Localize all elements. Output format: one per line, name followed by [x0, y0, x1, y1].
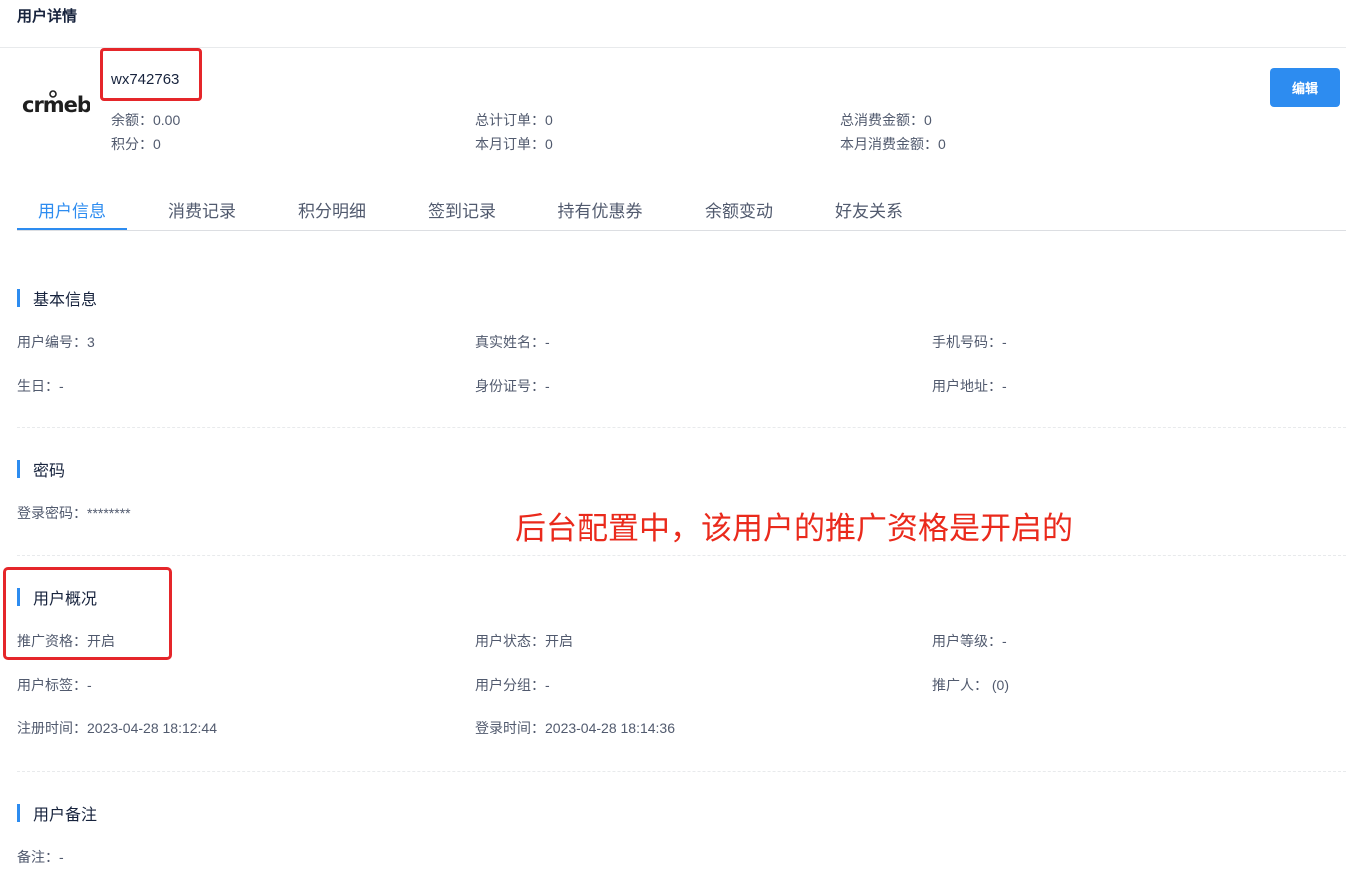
section-title: 用户概况 [33, 589, 98, 608]
section-divider [17, 427, 1346, 428]
section-basic-info: 基本信息 [17, 289, 98, 309]
field-user-id: 用户编号：3 [17, 334, 95, 351]
section-divider [17, 771, 1346, 772]
tab-active-indicator [17, 228, 127, 230]
crmeb-logo-avatar: crmeb [22, 90, 90, 116]
tab-friends[interactable]: 好友关系 [814, 188, 924, 230]
section-marker [17, 588, 20, 606]
field-login-time: 登录时间：2023-04-28 18:14:36 [475, 720, 675, 737]
section-title: 基本信息 [33, 290, 98, 309]
field-birthday: 生日：- [17, 378, 64, 395]
field-promotion-eligibility: 推广资格：开启 [17, 634, 115, 650]
stat-balance: 余额：0.00 [111, 112, 181, 129]
section-password: 密码 [17, 460, 66, 480]
field-login-password: 登录密码：******** [17, 505, 131, 522]
tab-user-info[interactable]: 用户信息 [17, 188, 127, 230]
field-user-group: 用户分组：- [475, 677, 550, 694]
annotation-text: 后台配置中，该用户的推广资格是开启的 [515, 511, 1073, 547]
tab-coupons[interactable]: 持有优惠券 [537, 188, 663, 230]
section-title: 用户备注 [33, 805, 98, 824]
logo-text: crmeb [22, 93, 90, 116]
section-marker [17, 804, 20, 822]
tab-points-details[interactable]: 积分明细 [277, 188, 387, 230]
stat-month-orders: 本月订单：0 [475, 136, 553, 153]
username: wx742763 [111, 71, 180, 88]
field-user-level: 用户等级：- [932, 633, 1007, 650]
section-marker [17, 289, 20, 307]
section-user-remark: 用户备注 [17, 804, 98, 824]
field-phone: 手机号码：- [932, 334, 1007, 351]
field-register-time: 注册时间：2023-04-28 18:12:44 [17, 720, 217, 737]
field-address: 用户地址：- [932, 378, 1007, 395]
section-marker [17, 460, 20, 478]
field-user-status: 用户状态：开启 [475, 634, 573, 650]
tab-consumption-records[interactable]: 消费记录 [147, 188, 257, 230]
field-user-tags: 用户标签：- [17, 677, 92, 694]
field-remark: 备注：- [17, 849, 64, 866]
section-divider [17, 555, 1346, 556]
field-promoter: 推广人： (0) [932, 677, 1009, 694]
field-real-name: 真实姓名：- [475, 334, 550, 351]
tab-bar: 用户信息 消费记录 积分明细 签到记录 持有优惠券 余额变动 好友关系 [17, 188, 1346, 231]
stat-month-spend: 本月消费金额：0 [840, 136, 946, 153]
stat-total-spend: 总消费金额：0 [840, 112, 932, 129]
field-id-card: 身份证号：- [475, 378, 550, 395]
title-divider [0, 47, 1346, 48]
tab-balance-changes[interactable]: 余额变动 [684, 188, 794, 230]
tab-checkin-records[interactable]: 签到记录 [407, 188, 517, 230]
edit-button[interactable]: 编辑 [1270, 68, 1340, 107]
stat-total-orders: 总计订单：0 [475, 112, 553, 129]
section-title: 密码 [33, 461, 66, 480]
page-title: 用户详情 [17, 7, 78, 25]
stat-points: 积分：0 [111, 136, 161, 153]
section-user-overview: 用户概况 [17, 588, 98, 608]
